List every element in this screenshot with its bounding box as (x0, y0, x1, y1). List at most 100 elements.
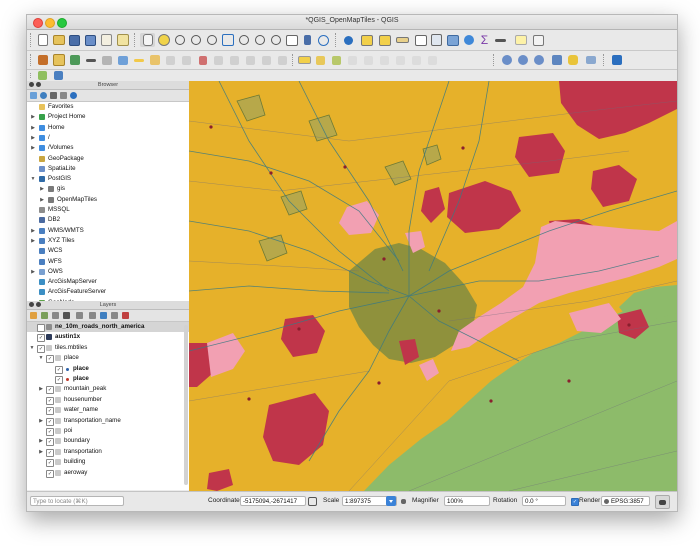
layer-visibility-checkbox[interactable]: ✓ (46, 438, 54, 447)
style-layer-icon[interactable] (30, 312, 37, 319)
browser-item[interactable]: WCS (27, 246, 189, 256)
expand-arrow-icon[interactable]: ▶ (39, 195, 45, 205)
wfs-add-icon[interactable] (515, 53, 530, 67)
wcs-add-icon[interactable] (531, 53, 546, 67)
plugin-python-icon[interactable] (565, 53, 580, 67)
layer-item[interactable]: ne_10m_roads_north_america (27, 322, 189, 333)
plugin-qgis2web-icon[interactable] (35, 68, 50, 82)
plugin-settings-icon[interactable] (583, 53, 598, 67)
rotation-spinbox[interactable]: 0.0 ° (522, 496, 566, 506)
label-pin-icon[interactable] (313, 53, 328, 67)
expand-arrow-icon[interactable]: ▶ (30, 112, 36, 122)
toggle-extents-icon[interactable] (307, 495, 317, 507)
plugin-db-icon[interactable] (549, 53, 564, 67)
layer-item[interactable]: ✓ water_name (27, 405, 189, 416)
locator-search-input[interactable]: Type to locate (⌘K) (30, 496, 124, 506)
properties-icon[interactable] (70, 92, 77, 99)
expand-arrow-icon[interactable]: ▶ (30, 226, 36, 236)
edits-icon[interactable] (99, 53, 114, 67)
expand-arrow-icon[interactable]: ▶ (30, 123, 36, 133)
field-calculator-icon[interactable] (429, 33, 444, 47)
move-up-icon[interactable] (111, 312, 118, 319)
remove-layer-icon[interactable] (122, 312, 129, 319)
new-map-view-icon[interactable] (284, 33, 299, 47)
move-feature-icon[interactable] (179, 53, 194, 67)
crs-button[interactable]: EPSG:3857 (601, 496, 650, 506)
open-project-icon[interactable] (51, 33, 66, 47)
lock-scale-icon[interactable] (398, 495, 408, 507)
browser-item[interactable]: ArcGisFeatureServer (27, 287, 189, 297)
expand-arrow-icon[interactable]: ▶ (38, 447, 44, 457)
layer-visibility-checkbox[interactable]: ✓ (37, 344, 45, 353)
layer-visibility-checkbox[interactable]: ✓ (46, 448, 54, 457)
layer-item[interactable]: ✓ place (27, 374, 189, 384)
scale-dropdown-icon[interactable] (386, 496, 396, 506)
layer-visibility-checkbox[interactable]: ✓ (46, 355, 54, 364)
toggle-editing-icon[interactable] (131, 53, 146, 67)
collapse-arrow-icon[interactable]: ▼ (29, 343, 35, 353)
layer-visibility-checkbox[interactable]: ✓ (55, 365, 63, 374)
zoom-in-icon[interactable] (172, 33, 187, 47)
map-canvas[interactable] (189, 81, 677, 491)
filter-expression-icon[interactable] (76, 312, 83, 319)
layers-tree[interactable]: ne_10m_roads_north_america ✓ austin1x ▼ ✓ til… (27, 322, 189, 490)
browser-item[interactable]: MSSQL (27, 205, 189, 215)
add-selected-icon[interactable] (30, 92, 37, 99)
layer-item[interactable]: ✓ poi (27, 426, 189, 436)
annotation-icon[interactable] (493, 33, 508, 47)
layer-visibility-checkbox[interactable]: ✓ (46, 396, 54, 405)
browser-item[interactable]: ▶ Project Home (27, 112, 189, 122)
label-tool-icon[interactable] (297, 53, 312, 67)
label-show-hide-icon[interactable] (345, 53, 360, 67)
new-project-icon[interactable] (35, 33, 50, 47)
expand-arrow-icon[interactable]: ▶ (39, 184, 45, 194)
expand-arrow-icon[interactable]: ▶ (30, 133, 36, 143)
layer-item[interactable]: ✓ building (27, 457, 189, 468)
browser-item[interactable]: Favorites (27, 102, 189, 112)
cut-features-icon[interactable] (211, 53, 226, 67)
layer-item[interactable]: ✓ aeroway (27, 468, 189, 478)
add-group-icon[interactable] (41, 312, 48, 319)
zoom-selection-icon[interactable] (236, 33, 251, 47)
browser-item[interactable]: ▶ /Volumes (27, 143, 189, 153)
add-vector-icon[interactable] (67, 53, 82, 67)
measure-icon[interactable] (395, 33, 410, 47)
browser-tree[interactable]: Favorites ▶ Project Home ▶ Home ▶ / ▶/Volumes Ge… (27, 102, 189, 309)
collapse-arrow-icon[interactable]: ▼ (38, 353, 44, 363)
help-icon[interactable] (609, 53, 624, 67)
label-rotate-icon[interactable] (377, 53, 392, 67)
zoom-out-icon[interactable] (188, 33, 203, 47)
label-properties-icon[interactable] (409, 53, 424, 67)
browser-item[interactable]: DB2 (27, 215, 189, 225)
add-feature-icon[interactable] (147, 53, 162, 67)
layer-visibility-checkbox[interactable]: ✓ (46, 459, 54, 468)
layer-visibility-checkbox[interactable]: ✓ (37, 334, 45, 343)
expand-arrow-icon[interactable]: ▶ (38, 384, 44, 394)
browser-item[interactable]: ▶ Home (27, 123, 189, 133)
undo-icon[interactable] (259, 53, 274, 67)
expand-arrow-icon[interactable]: ▶ (30, 236, 36, 246)
render-checkbox[interactable]: ✓ (571, 498, 579, 506)
layer-visibility-checkbox[interactable]: ✓ (55, 376, 63, 384)
zoom-layer-icon[interactable] (220, 33, 235, 47)
expand-arrow-icon[interactable]: ▶ (30, 267, 36, 277)
collapse-all-icon[interactable] (100, 312, 107, 319)
expand-all-icon[interactable] (89, 312, 96, 319)
statistics-icon[interactable] (445, 33, 460, 47)
refresh-icon[interactable] (40, 92, 47, 99)
layer-item[interactable]: ▶ ✓ transportation_name (27, 416, 189, 426)
pan-to-selection-icon[interactable] (156, 33, 171, 47)
save-project-icon[interactable] (67, 33, 82, 47)
browser-item[interactable]: ▼ PostGIS (27, 174, 189, 184)
filter-icon[interactable] (50, 92, 57, 99)
label-highlight-icon[interactable] (329, 53, 344, 67)
label-move-icon[interactable] (361, 53, 376, 67)
refresh-icon[interactable] (316, 33, 331, 47)
layer-visibility-checkbox[interactable]: ✓ (46, 417, 54, 426)
zoom-next-icon[interactable] (268, 33, 283, 47)
copy-features-icon[interactable] (227, 53, 242, 67)
layout-manager-icon[interactable] (115, 33, 130, 47)
layer-item[interactable]: ✓ place (27, 364, 189, 374)
print-layout-icon[interactable] (99, 33, 114, 47)
browser-item[interactable]: ▶ XYZ Tiles (27, 236, 189, 246)
